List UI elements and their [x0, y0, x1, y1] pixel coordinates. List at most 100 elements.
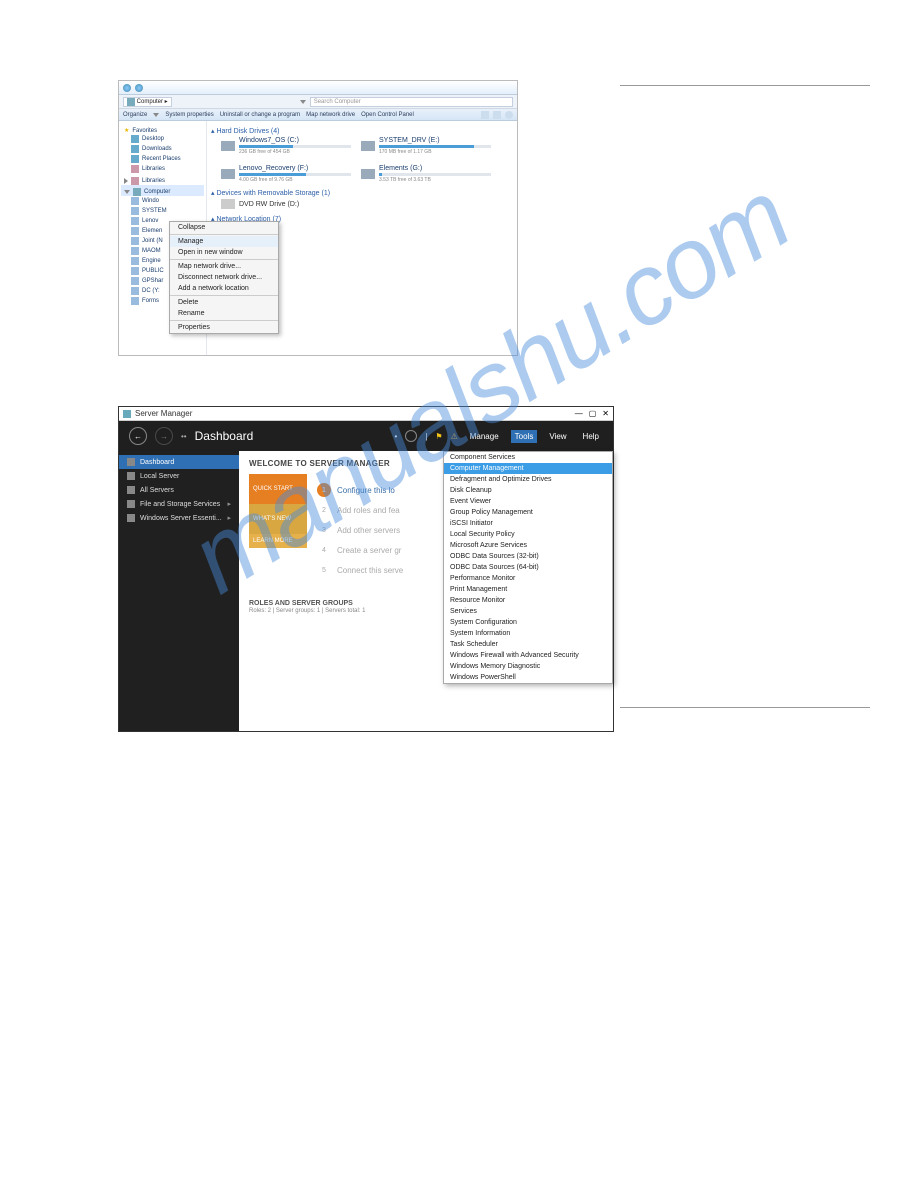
- nav-item[interactable]: Windows Server Essenti...▸: [119, 511, 239, 525]
- refresh-icon[interactable]: [405, 430, 417, 442]
- app-icon: [123, 410, 131, 418]
- learn-more-tile[interactable]: LEARN MORE: [249, 534, 307, 548]
- context-menu-item[interactable]: Delete: [170, 297, 278, 308]
- step-number: 5: [317, 563, 331, 577]
- context-menu-item[interactable]: Manage: [170, 236, 278, 247]
- back-button[interactable]: ←: [129, 427, 147, 445]
- tools-menu-item[interactable]: Performance Monitor: [444, 573, 612, 584]
- tools-menu-item[interactable]: iSCSI Initiator: [444, 518, 612, 529]
- map-drive-button[interactable]: Map network drive: [306, 112, 355, 118]
- context-menu-item[interactable]: Add a network location: [170, 283, 278, 294]
- uninstall-button[interactable]: Uninstall or change a program: [220, 112, 300, 118]
- help-menu[interactable]: Help: [579, 430, 603, 443]
- drive-icon: [131, 277, 139, 285]
- system-properties-button[interactable]: System properties: [165, 112, 213, 118]
- control-panel-button[interactable]: Open Control Panel: [361, 112, 414, 118]
- tools-menu[interactable]: Tools: [511, 430, 538, 443]
- computer-label: Computer: [144, 189, 170, 195]
- explorer-titlebar: [119, 81, 517, 95]
- tools-menu-item[interactable]: ODBC Data Sources (64-bit): [444, 562, 612, 573]
- expander-icon: [124, 190, 130, 194]
- context-menu-item[interactable]: Map network drive...: [170, 261, 278, 272]
- removable-group[interactable]: ▴ Devices with Removable Storage (1): [211, 187, 513, 199]
- context-menu-item[interactable]: Open in new window: [170, 247, 278, 258]
- drive[interactable]: Elements (G:)3.53 TB free of 3.63 TB: [361, 165, 491, 183]
- computer-section[interactable]: Computer: [121, 185, 204, 196]
- drive[interactable]: Lenovo_Recovery (F:)4.00 GB free of 9.76…: [221, 165, 351, 183]
- breadcrumb-computer[interactable]: Computer ▸: [123, 97, 172, 107]
- nav-item[interactable]: Dashboard: [119, 455, 239, 469]
- tools-menu-item[interactable]: ODBC Data Sources (32-bit): [444, 551, 612, 562]
- view-icon[interactable]: [481, 111, 489, 119]
- nav-item[interactable]: File and Storage Services▸: [119, 497, 239, 511]
- tools-menu-item[interactable]: Computer Management: [444, 463, 612, 474]
- tools-menu-item[interactable]: Disk Cleanup: [444, 485, 612, 496]
- context-menu-item[interactable]: Properties: [170, 322, 278, 333]
- drive-icon: [131, 227, 139, 235]
- nav-icon: [127, 514, 135, 522]
- dropdown-icon[interactable]: [300, 100, 306, 104]
- drive-icon: [131, 267, 139, 275]
- libraries-section[interactable]: Libraries: [121, 174, 204, 185]
- dvd-drive[interactable]: DVD RW Drive (D:): [221, 199, 351, 209]
- sidebar-item-libraries[interactable]: Libraries: [121, 164, 204, 174]
- hdd-group[interactable]: ▴ Hard Disk Drives (4): [211, 125, 513, 137]
- nav-icon: [127, 500, 135, 508]
- expander-icon: [124, 178, 128, 184]
- drive[interactable]: SYSTEM_DRV (E:)170 MB free of 1.17 GB: [361, 137, 491, 155]
- tools-menu-item[interactable]: Print Management: [444, 584, 612, 595]
- step-number: 2: [317, 503, 331, 517]
- tools-menu-item[interactable]: Defragment and Optimize Drives: [444, 474, 612, 485]
- organize-button[interactable]: Organize: [123, 112, 147, 118]
- tools-menu-item[interactable]: Task Scheduler: [444, 639, 612, 650]
- sidebar-item-recent[interactable]: Recent Places: [121, 154, 204, 164]
- close-button[interactable]: ✕: [602, 409, 609, 418]
- view-menu[interactable]: View: [545, 430, 570, 443]
- nav-item[interactable]: All Servers: [119, 483, 239, 497]
- nav-item[interactable]: Local Server: [119, 469, 239, 483]
- tools-menu-item[interactable]: Resource Monitor: [444, 595, 612, 606]
- tools-menu-item[interactable]: Windows Memory Diagnostic: [444, 661, 612, 672]
- drive-icon: [131, 197, 139, 205]
- nav-back-icon[interactable]: [123, 84, 131, 92]
- search-input[interactable]: Search Computer: [310, 97, 513, 107]
- favorites-section[interactable]: ★Favorites: [121, 124, 204, 134]
- tools-menu-item[interactable]: Event Viewer: [444, 496, 612, 507]
- manage-menu[interactable]: Manage: [466, 430, 503, 443]
- context-menu-item[interactable]: Rename: [170, 308, 278, 319]
- header-title: Dashboard: [195, 429, 254, 443]
- chevron-down-icon: [153, 113, 159, 117]
- drive[interactable]: Windows7_OS (C:)236 GB free of 454 GB: [221, 137, 351, 155]
- tools-menu-item[interactable]: Windows PowerShell: [444, 672, 612, 683]
- tools-menu-item[interactable]: Local Security Policy: [444, 529, 612, 540]
- tools-menu-item[interactable]: Component Services: [444, 452, 612, 463]
- maximize-button[interactable]: ▢: [589, 409, 597, 418]
- sidebar-item[interactable]: SYSTEM: [121, 206, 204, 216]
- quick-start-tile[interactable]: QUICK START: [249, 474, 307, 504]
- preview-pane-icon[interactable]: [493, 111, 501, 119]
- tools-menu-item[interactable]: Windows Firewall with Advanced Security: [444, 650, 612, 661]
- sidebar-item[interactable]: Windo: [121, 196, 204, 206]
- tools-menu-item[interactable]: Services: [444, 606, 612, 617]
- sidebar-item-desktop[interactable]: Desktop: [121, 134, 204, 144]
- sidebar-item-downloads[interactable]: Downloads: [121, 144, 204, 154]
- tools-menu-item[interactable]: Group Policy Management: [444, 507, 612, 518]
- help-icon[interactable]: [505, 111, 513, 119]
- flag-icon[interactable]: ⚑: [435, 432, 442, 441]
- nav-forward-icon[interactable]: [135, 84, 143, 92]
- server-manager-nav: DashboardLocal ServerAll ServersFile and…: [119, 451, 239, 731]
- window-title: Server Manager: [135, 409, 192, 418]
- explorer-toolbar: Organize System properties Uninstall or …: [119, 109, 517, 121]
- tools-menu-item[interactable]: System Information: [444, 628, 612, 639]
- minimize-button[interactable]: —: [575, 409, 583, 418]
- explorer-addressbar: Computer ▸ Search Computer: [119, 95, 517, 109]
- drive-icon: [131, 247, 139, 255]
- context-menu-item[interactable]: Disconnect network drive...: [170, 272, 278, 283]
- tools-menu-item[interactable]: System Configuration: [444, 617, 612, 628]
- drive-icon: [131, 217, 139, 225]
- whats-new-tile[interactable]: WHAT'S NEW: [249, 504, 307, 534]
- tools-menu-item[interactable]: Microsoft Azure Services: [444, 540, 612, 551]
- context-menu-item[interactable]: Collapse: [170, 222, 278, 233]
- forward-button[interactable]: →: [155, 427, 173, 445]
- drive-icon: [131, 237, 139, 245]
